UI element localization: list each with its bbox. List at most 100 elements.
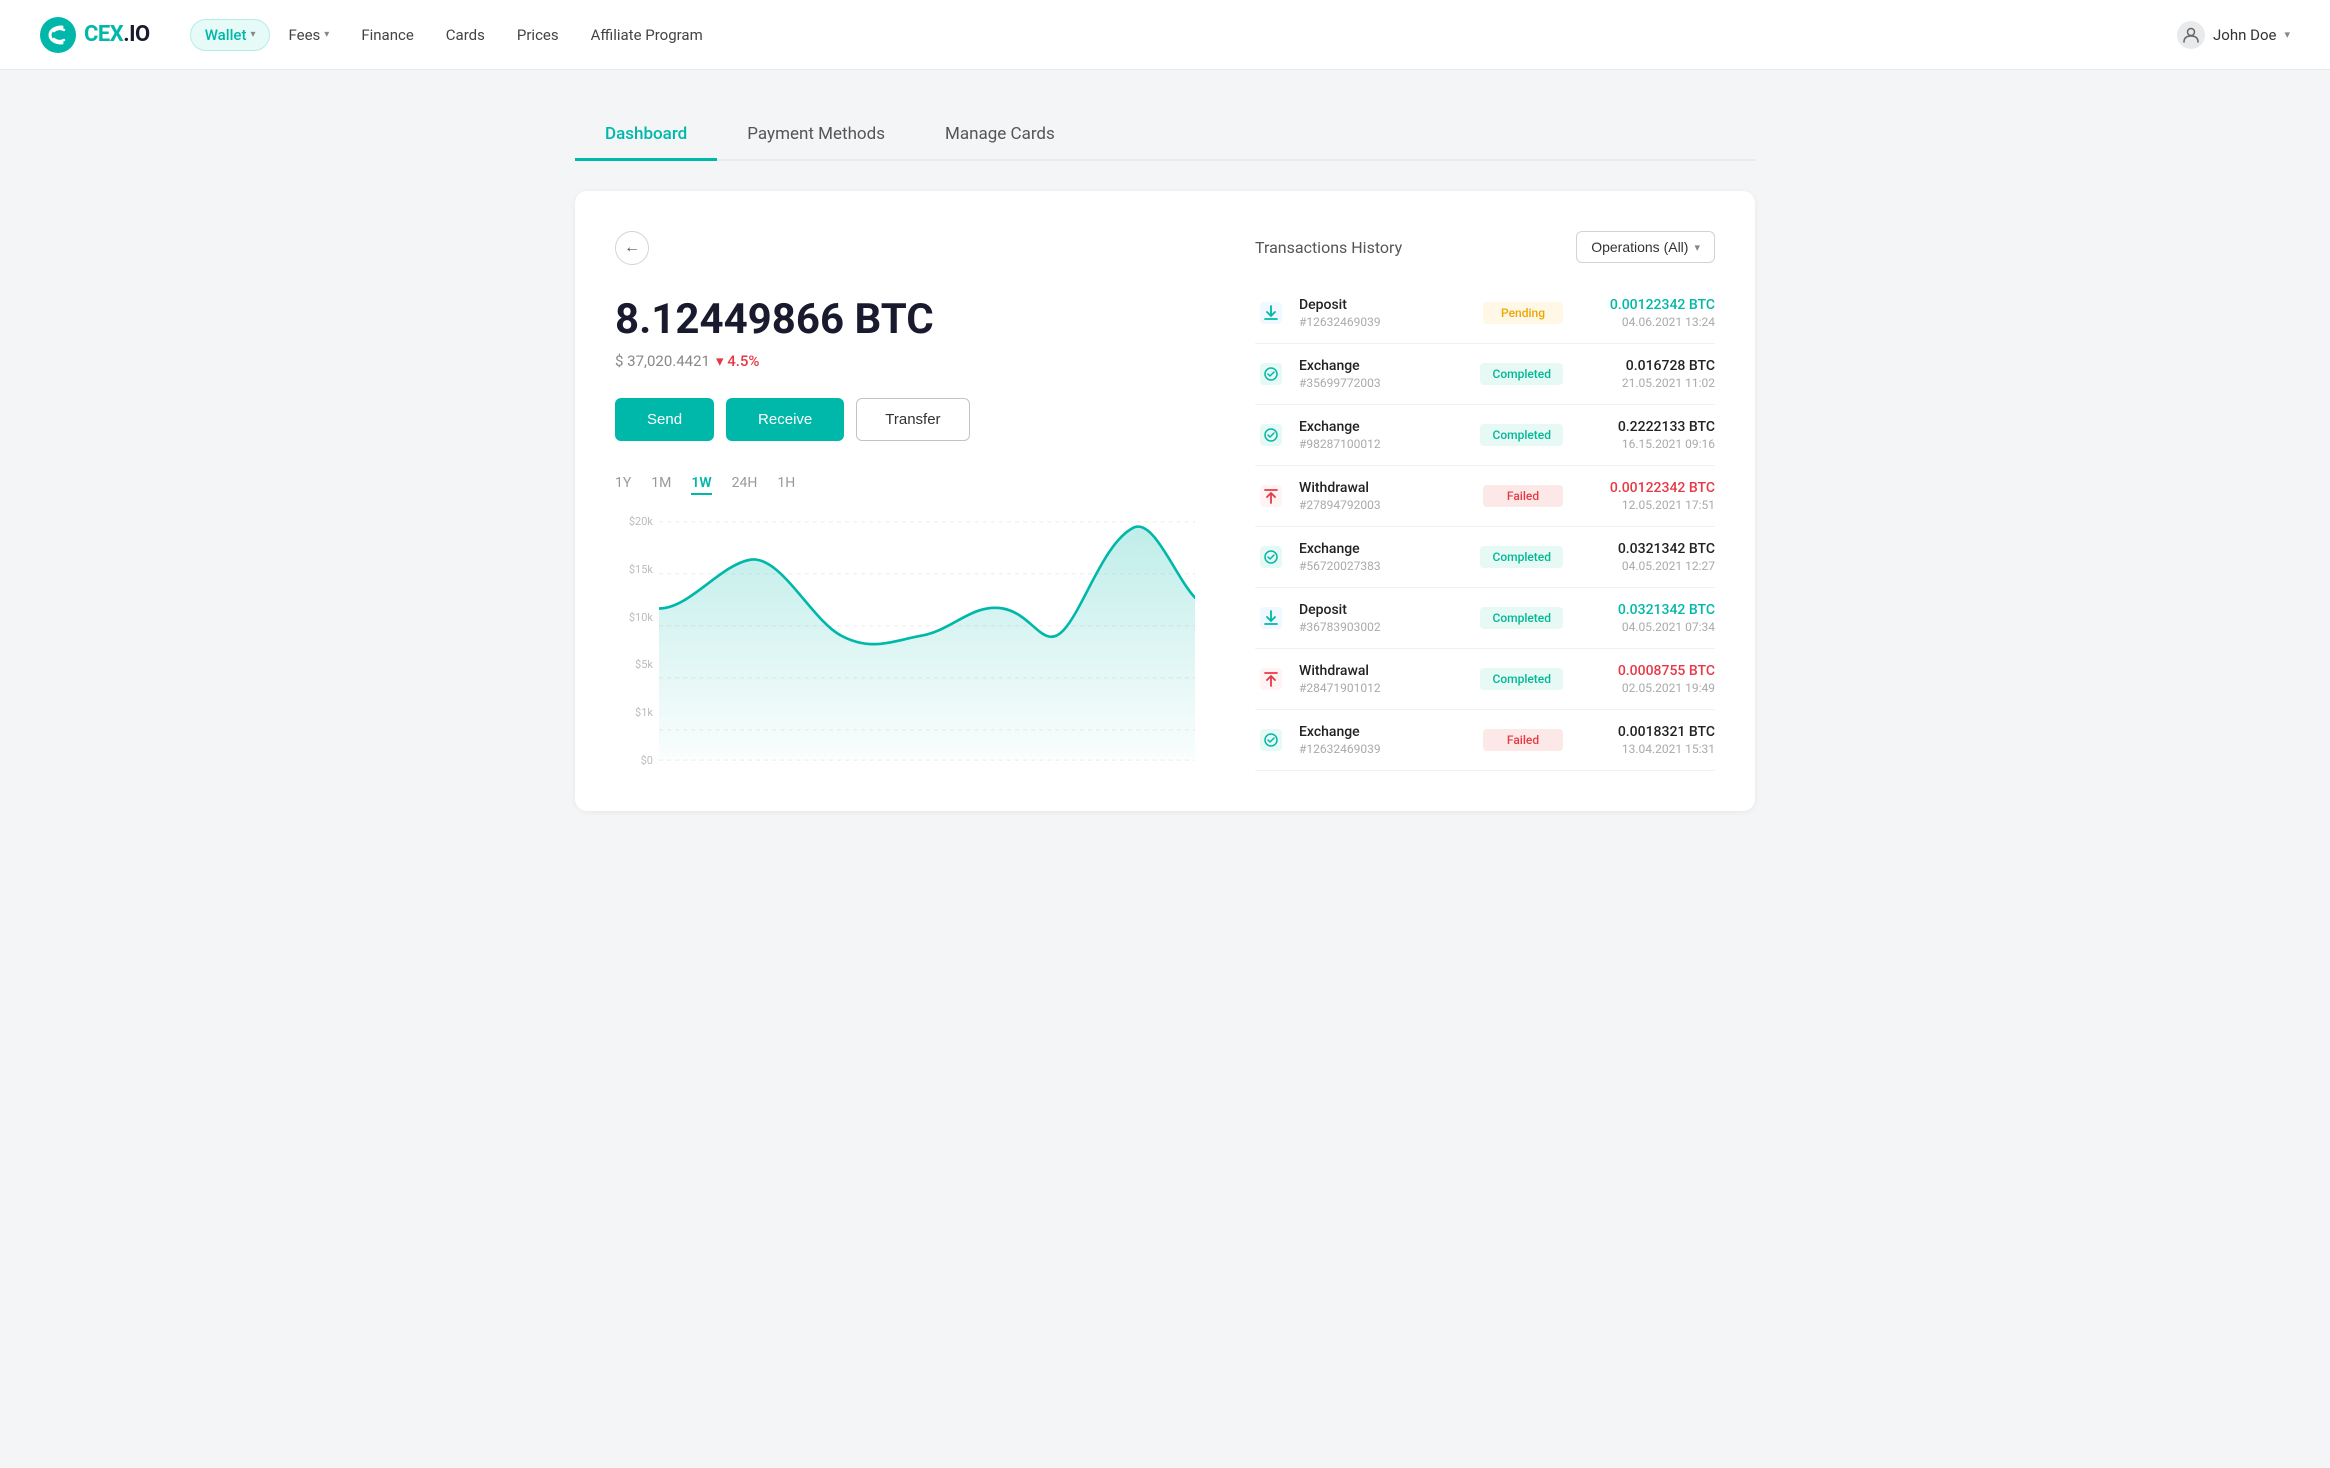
tx-amount-value: 0.00122342 BTC: [1575, 297, 1715, 313]
tx-info: Exchange #98287100012: [1299, 419, 1468, 451]
tx-id: #27894792003: [1299, 498, 1471, 512]
balance-btc: 8.12449866 BTC: [615, 295, 1195, 344]
transfer-button[interactable]: Transfer: [856, 398, 969, 441]
nav-item-finance[interactable]: Finance: [347, 20, 427, 50]
tx-info: Withdrawal #28471901012: [1299, 663, 1468, 695]
filter-chevron-icon: ▾: [1694, 241, 1700, 254]
tx-amount: 0.00122342 BTC 12.05.2021 17:51: [1575, 480, 1715, 512]
tx-amount: 0.00122342 BTC 04.06.2021 13:24: [1575, 297, 1715, 329]
nav-item-wallet[interactable]: Wallet ▾: [190, 19, 271, 51]
nav-item-prices[interactable]: Prices: [503, 20, 573, 50]
tx-date: 04.05.2021 12:27: [1575, 559, 1715, 573]
user-name: John Doe: [2213, 26, 2276, 44]
tx-id: #28471901012: [1299, 681, 1468, 695]
balance-change: ▾ 4.5%: [716, 352, 760, 370]
status-badge: Completed: [1480, 607, 1563, 629]
tx-type: Withdrawal: [1299, 663, 1468, 679]
back-button[interactable]: ←: [615, 231, 649, 265]
tx-amount: 0.0321342 BTC 04.05.2021 12:27: [1575, 541, 1715, 573]
table-row[interactable]: Exchange #35699772003 Completed 0.016728…: [1255, 344, 1715, 405]
tx-amount: 0.0008755 BTC 02.05.2021 19:49: [1575, 663, 1715, 695]
chart-svg: [659, 511, 1195, 771]
tx-amount-value: 0.0018321 BTC: [1575, 724, 1715, 740]
tx-id: #56720027383: [1299, 559, 1468, 573]
tx-amount: 0.0321342 BTC 04.05.2021 07:34: [1575, 602, 1715, 634]
tx-date: 04.06.2021 13:24: [1575, 315, 1715, 329]
tx-amount-value: 0.0321342 BTC: [1575, 541, 1715, 557]
nav-item-cards[interactable]: Cards: [432, 20, 499, 50]
table-row[interactable]: Withdrawal #28471901012 Completed 0.0008…: [1255, 649, 1715, 710]
nav-item-affiliate[interactable]: Affiliate Program: [577, 20, 717, 50]
status-badge: Completed: [1480, 363, 1563, 385]
tx-info: Deposit #12632469039: [1299, 297, 1471, 329]
table-row[interactable]: Exchange #12632469039 Failed 0.0018321 B…: [1255, 710, 1715, 771]
operations-filter[interactable]: Operations (All) ▾: [1576, 231, 1715, 263]
status-badge: Completed: [1480, 668, 1563, 690]
tx-info: Exchange #12632469039: [1299, 724, 1471, 756]
status-badge: Completed: [1480, 424, 1563, 446]
tx-type: Exchange: [1299, 541, 1468, 557]
table-row[interactable]: Deposit #36783903002 Completed 0.0321342…: [1255, 588, 1715, 649]
tx-date: 12.05.2021 17:51: [1575, 498, 1715, 512]
wallet-chevron-icon: ▾: [250, 29, 255, 40]
nav-links: Wallet ▾ Fees ▾ Finance Cards Prices Aff…: [190, 19, 2177, 51]
nav-item-fees[interactable]: Fees ▾: [274, 20, 343, 50]
deposit-icon: [1255, 602, 1287, 634]
tab-payment-methods[interactable]: Payment Methods: [717, 110, 915, 161]
tx-id: #36783903002: [1299, 620, 1468, 634]
time-btn-1h[interactable]: 1H: [777, 473, 795, 495]
tx-id: #12632469039: [1299, 315, 1471, 329]
tx-id: #12632469039: [1299, 742, 1471, 756]
user-menu[interactable]: John Doe ▾: [2177, 21, 2290, 49]
tx-amount-value: 0.0321342 BTC: [1575, 602, 1715, 618]
exchange-icon: [1255, 358, 1287, 390]
left-panel: ← 8.12449866 BTC $ 37,020.4421 ▾ 4.5% Se…: [615, 231, 1195, 771]
status-badge: Failed: [1483, 729, 1563, 751]
tx-amount: 0.2222133 BTC 16.15.2021 09:16: [1575, 419, 1715, 451]
time-btn-1m[interactable]: 1M: [651, 473, 671, 495]
table-row[interactable]: Deposit #12632469039 Pending 0.00122342 …: [1255, 283, 1715, 344]
tx-date: 16.15.2021 09:16: [1575, 437, 1715, 451]
table-row[interactable]: Withdrawal #27894792003 Failed 0.0012234…: [1255, 466, 1715, 527]
navbar: CEX.IO Wallet ▾ Fees ▾ Finance Cards Pri…: [0, 0, 2330, 70]
action-buttons: Send Receive Transfer: [615, 398, 1195, 441]
tx-date: 21.05.2021 11:02: [1575, 376, 1715, 390]
main-card: ← 8.12449866 BTC $ 37,020.4421 ▾ 4.5% Se…: [575, 191, 1755, 811]
user-avatar-icon: [2177, 21, 2205, 49]
chart-y-axis: $20k $15k $10k $5k $1k $0: [615, 511, 659, 771]
tx-amount-value: 0.0008755 BTC: [1575, 663, 1715, 679]
status-badge: Completed: [1480, 546, 1563, 568]
transactions-header: Transactions History Operations (All) ▾: [1255, 231, 1715, 263]
exchange-icon: [1255, 419, 1287, 451]
tx-type: Exchange: [1299, 358, 1468, 374]
fees-chevron-icon: ▾: [324, 29, 329, 40]
time-btn-24h[interactable]: 24H: [732, 473, 758, 495]
tx-info: Withdrawal #27894792003: [1299, 480, 1471, 512]
right-panel: Transactions History Operations (All) ▾ …: [1255, 231, 1715, 771]
tx-date: 13.04.2021 15:31: [1575, 742, 1715, 756]
exchange-icon: [1255, 541, 1287, 573]
receive-button[interactable]: Receive: [726, 398, 844, 441]
price-chart: $20k $15k $10k $5k $1k $0: [615, 511, 1195, 771]
person-icon: [2183, 27, 2199, 43]
tx-type: Deposit: [1299, 602, 1468, 618]
send-button[interactable]: Send: [615, 398, 714, 441]
time-btn-1w[interactable]: 1W: [691, 473, 711, 495]
user-menu-chevron-icon: ▾: [2284, 28, 2290, 41]
logo[interactable]: CEX.IO: [40, 17, 150, 53]
table-row[interactable]: Exchange #56720027383 Completed 0.032134…: [1255, 527, 1715, 588]
tab-dashboard[interactable]: Dashboard: [575, 110, 717, 161]
withdrawal-icon: [1255, 480, 1287, 512]
tab-manage-cards[interactable]: Manage Cards: [915, 110, 1085, 161]
status-badge: Pending: [1483, 302, 1563, 324]
tx-amount-value: 0.00122342 BTC: [1575, 480, 1715, 496]
logo-text: CEX.IO: [84, 22, 150, 47]
table-row[interactable]: Exchange #98287100012 Completed 0.222213…: [1255, 405, 1715, 466]
time-btn-1y[interactable]: 1Y: [615, 473, 631, 495]
deposit-icon: [1255, 297, 1287, 329]
status-badge: Failed: [1483, 485, 1563, 507]
tx-id: #35699772003: [1299, 376, 1468, 390]
tx-amount-value: 0.2222133 BTC: [1575, 419, 1715, 435]
tx-type: Withdrawal: [1299, 480, 1471, 496]
time-selector-bar: 1Y 1M 1W 24H 1H: [615, 473, 1195, 495]
